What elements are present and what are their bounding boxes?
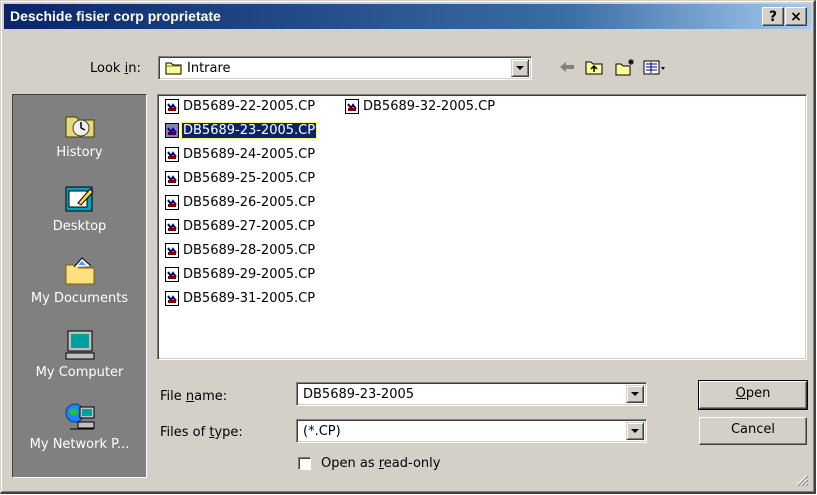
views-menu-icon[interactable]: [642, 57, 668, 77]
file-name-dropdown-button[interactable]: [626, 385, 644, 403]
list-item[interactable]: DB5689-32-2005.CP: [345, 99, 496, 116]
readonly-checkbox[interactable]: [298, 457, 311, 470]
title-bar[interactable]: Deschide fisier corp proprietate ? ×: [4, 4, 811, 29]
cancel-button[interactable]: Cancel: [699, 417, 807, 445]
places-label-desktop: Desktop: [52, 219, 107, 234]
file-name-text: DB5689-28-2005.CP: [183, 243, 316, 258]
places-label-network: My Network P...: [29, 437, 130, 452]
resize-grip-icon[interactable]: [796, 474, 808, 486]
close-button[interactable]: ×: [785, 7, 807, 26]
look-in-label: Look in:: [90, 61, 141, 76]
file-name-input[interactable]: DB5689-23-2005: [296, 382, 647, 406]
help-button[interactable]: ?: [762, 7, 784, 26]
file-name-text: DB5689-23-2005.CP: [180, 122, 318, 139]
list-item[interactable]: DB5689-25-2005.CP: [165, 171, 316, 188]
cp-file-icon: [165, 171, 179, 186]
places-bar: History Desktop My Documents My Computer…: [12, 94, 147, 478]
file-list[interactable]: DB5689-22-2005.CP DB5689-23-2005.CP DB56…: [157, 94, 807, 360]
places-item-history[interactable]: History: [13, 109, 146, 160]
list-item[interactable]: DB5689-27-2005.CP: [165, 219, 316, 236]
network-places-icon: [65, 403, 94, 430]
file-type-select[interactable]: (*.CP): [296, 419, 647, 443]
list-item[interactable]: DB5689-24-2005.CP: [165, 147, 316, 164]
look-in-value: Intrare: [187, 61, 231, 76]
list-item[interactable]: DB5689-26-2005.CP: [165, 195, 316, 212]
cp-file-icon: [165, 243, 179, 258]
open-file-dialog: Deschide fisier corp proprietate ? × Loo…: [0, 0, 816, 494]
cp-file-icon: [165, 123, 179, 138]
file-name-value: DB5689-23-2005: [303, 387, 415, 402]
list-item[interactable]: DB5689-28-2005.CP: [165, 243, 316, 260]
file-name-text: DB5689-27-2005.CP: [183, 219, 316, 234]
my-documents-icon: [65, 257, 94, 285]
cp-file-icon: [165, 99, 179, 114]
file-type-label: Files of type:: [160, 425, 243, 440]
readonly-label[interactable]: Open as read-only: [321, 456, 440, 471]
file-name-text: DB5689-31-2005.CP: [183, 291, 316, 306]
folder-icon: [165, 62, 182, 75]
open-button-label: pen: [745, 386, 771, 401]
list-item[interactable]: DB5689-31-2005.CP: [165, 291, 316, 308]
cp-file-icon: [345, 99, 359, 114]
places-item-desktop[interactable]: Desktop: [13, 183, 146, 234]
cp-file-icon: [165, 267, 179, 282]
list-item[interactable]: DB5689-22-2005.CP: [165, 99, 316, 116]
file-name-text: DB5689-29-2005.CP: [183, 267, 316, 282]
file-name-text: DB5689-22-2005.CP: [183, 99, 316, 114]
file-type-dropdown-button[interactable]: [626, 422, 644, 440]
history-icon: [65, 116, 94, 138]
places-label-my-computer: My Computer: [35, 365, 124, 380]
cp-file-icon: [165, 219, 179, 234]
window-title: Deschide fisier corp proprietate: [10, 8, 221, 24]
places-item-my-computer[interactable]: My Computer: [13, 329, 146, 380]
cp-file-icon: [165, 291, 179, 306]
back-arrow-icon[interactable]: [557, 57, 577, 77]
places-item-network[interactable]: My Network P...: [13, 401, 146, 452]
file-name-label: File name:: [160, 389, 228, 404]
file-type-value: (*.CP): [303, 424, 341, 439]
open-button-accel: O: [735, 386, 746, 401]
places-item-my-documents[interactable]: My Documents: [13, 255, 146, 306]
up-folder-icon[interactable]: [584, 57, 604, 77]
places-label-history: History: [56, 145, 103, 160]
file-name-text: DB5689-24-2005.CP: [183, 147, 316, 162]
list-item[interactable]: DB5689-29-2005.CP: [165, 267, 316, 284]
look-in-dropdown-button[interactable]: [511, 59, 529, 77]
file-name-text: DB5689-26-2005.CP: [183, 195, 316, 210]
places-label-my-documents: My Documents: [30, 291, 129, 306]
open-button[interactable]: Open: [698, 380, 808, 410]
look-in-combo[interactable]: Intrare: [158, 56, 532, 80]
desktop-icon: [65, 186, 94, 212]
my-computer-icon: [65, 330, 94, 360]
new-folder-icon[interactable]: [614, 57, 636, 77]
file-name-text: DB5689-32-2005.CP: [363, 99, 496, 114]
list-item[interactable]: DB5689-23-2005.CP: [165, 122, 318, 140]
cp-file-icon: [165, 195, 179, 210]
cp-file-icon: [165, 147, 179, 162]
file-name-text: DB5689-25-2005.CP: [183, 171, 316, 186]
